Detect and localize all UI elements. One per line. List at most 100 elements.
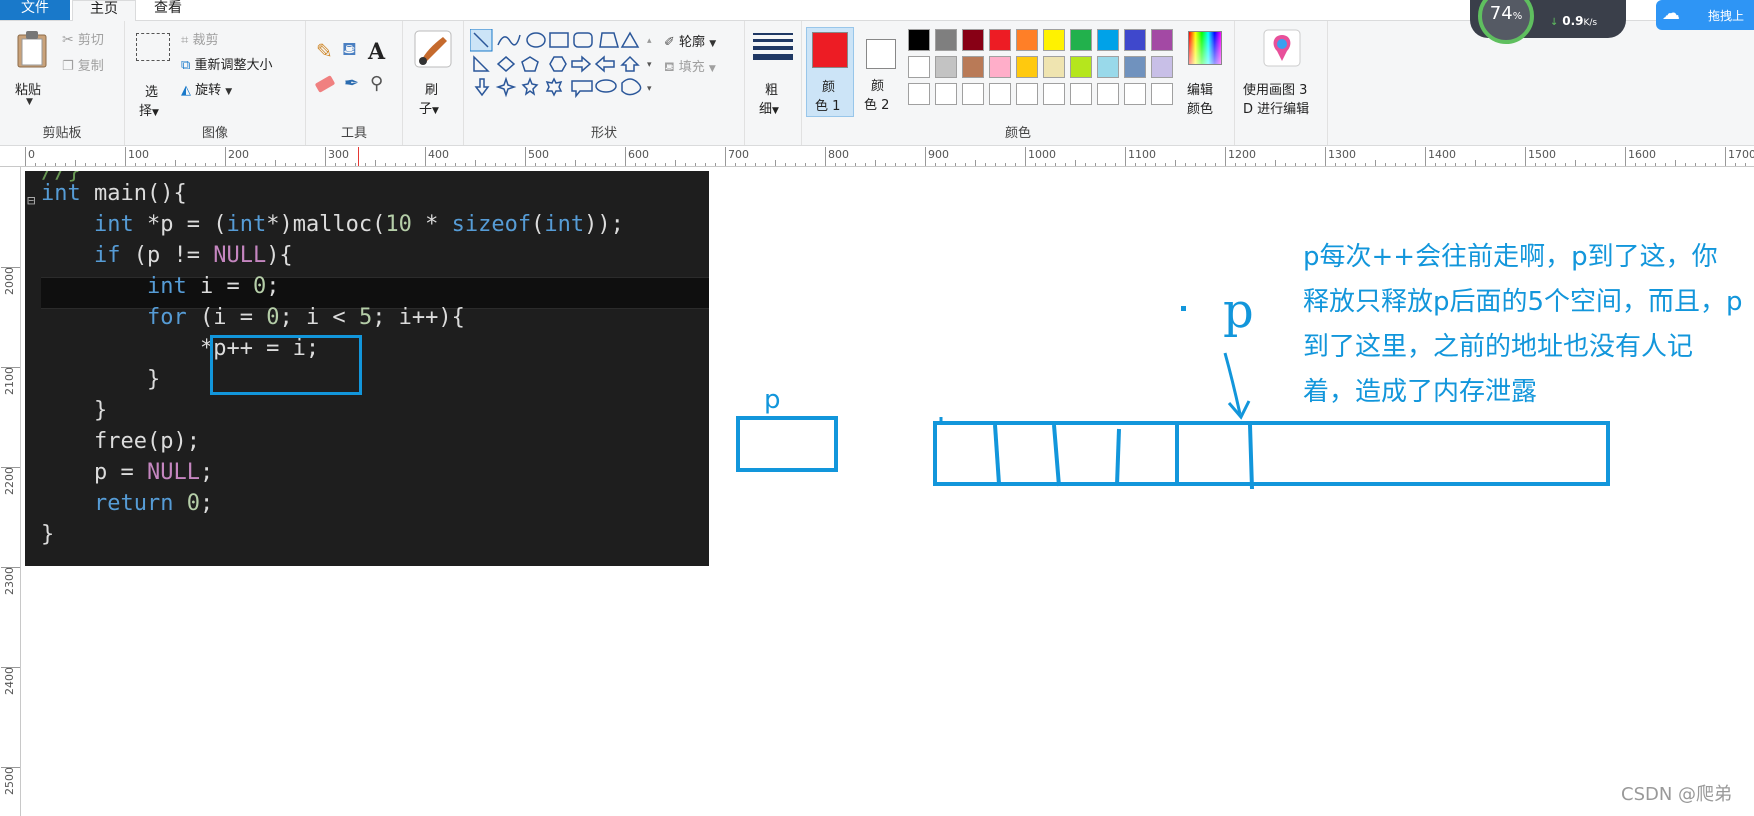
text-icon[interactable]: A	[368, 39, 385, 65]
ruler-minor-tick	[705, 163, 706, 166]
tab-file[interactable]: 文件	[0, 0, 70, 20]
ruler-minor-tick	[1065, 163, 1066, 166]
palette-swatch[interactable]	[908, 29, 930, 51]
color-picker-icon[interactable]: ✒	[344, 73, 359, 94]
ruler-minor-tick	[685, 163, 686, 166]
fill-bucket-icon[interactable]: ⛾	[342, 39, 357, 63]
ruler-label: 1300	[1328, 148, 1356, 161]
clipboard-group: 粘贴 ▼ ✂ 剪切 ❐ 复制 剪贴板	[0, 21, 125, 145]
brush-button[interactable]: 刷 子▼	[409, 27, 457, 117]
palette-swatch[interactable]	[908, 56, 930, 78]
eraser-icon[interactable]	[314, 75, 336, 93]
palette-swatch[interactable]	[1016, 56, 1038, 78]
palette-swatch[interactable]	[1070, 56, 1092, 78]
paste-button[interactable]: 粘贴 ▼	[6, 27, 56, 113]
magnifier-icon[interactable]: ⚲	[370, 73, 383, 94]
color2-button[interactable]: 颜 色 2	[856, 27, 902, 115]
palette-empty-slot[interactable]	[935, 83, 957, 105]
palette-swatch[interactable]	[1016, 29, 1038, 51]
color2-label-1: 颜	[871, 79, 885, 94]
palette-empty-slot[interactable]	[1097, 83, 1119, 105]
ruler-label: 100	[128, 148, 149, 161]
chevron-down-icon: ▼	[709, 39, 717, 49]
copy-label: 复制	[77, 59, 104, 74]
palette-swatch[interactable]	[962, 56, 984, 78]
ruler-minor-tick	[1685, 163, 1686, 166]
ruler-minor-tick	[1485, 163, 1486, 166]
ruler-minor-tick	[145, 163, 146, 166]
select-button[interactable]: 选 择▼	[133, 29, 173, 119]
ruler-minor-tick	[635, 163, 636, 166]
ruler-minor-tick	[95, 163, 96, 166]
ruler-minor-tick	[45, 163, 46, 166]
memory-block	[933, 421, 1610, 486]
palette-swatch[interactable]	[1070, 29, 1092, 51]
ruler-minor-tick	[255, 163, 256, 166]
tab-home[interactable]: 主页	[72, 0, 136, 22]
stray-dot	[1181, 306, 1186, 311]
palette-swatch[interactable]	[1151, 29, 1173, 51]
chevron-down-icon: ▼	[225, 87, 233, 97]
palette-empty-slot[interactable]	[962, 83, 984, 105]
ruler-minor-tick	[1275, 160, 1276, 166]
palette-empty-slot[interactable]	[908, 83, 930, 105]
palette-empty-slot[interactable]	[1016, 83, 1038, 105]
color-palette	[908, 29, 1180, 109]
ruler-label: 900	[928, 148, 949, 161]
resize-button[interactable]: ⧉ 重新调整大小	[181, 54, 272, 73]
tab-view[interactable]: 查看	[140, 0, 196, 20]
ruler-minor-tick	[165, 163, 166, 166]
palette-swatch[interactable]	[1097, 29, 1119, 51]
palette-empty-slot[interactable]	[1070, 83, 1092, 105]
size-button[interactable]: 粗 细▼	[751, 27, 795, 119]
ruler-minor-tick	[235, 163, 236, 166]
copy-button[interactable]: ❐ 复制	[62, 55, 104, 75]
network-speed-widget[interactable]: 74% ↓ 0.9K/s	[1470, 0, 1626, 44]
cut-button[interactable]: ✂ 剪切	[62, 29, 104, 49]
ruler-minor-tick	[1695, 163, 1696, 166]
palette-swatch[interactable]	[1151, 56, 1173, 78]
palette-empty-slot[interactable]	[1151, 83, 1173, 105]
rotate-icon: ◭	[181, 83, 191, 98]
ruler-label: 2000	[3, 267, 16, 295]
drawing-canvas[interactable]: ⊟ //} int main(){ int *p = (int*)malloc(…	[21, 167, 1754, 816]
color1-button[interactable]: 颜 色 1	[806, 27, 854, 117]
ruler-minor-tick	[1115, 163, 1116, 166]
palette-empty-slot[interactable]	[989, 83, 1011, 105]
rotate-button[interactable]: ◭ 旋转 ▼	[181, 79, 232, 98]
fill-button[interactable]: ⛾ 填充 ▼	[664, 56, 716, 77]
ruler-minor-tick	[1145, 163, 1146, 166]
ruler-minor-tick	[455, 163, 456, 166]
svg-text:▴: ▴	[647, 36, 652, 46]
edit-with-paint3d-button[interactable]: 使用画图 3 D 进行编辑	[1237, 27, 1325, 119]
palette-swatch[interactable]	[1124, 56, 1146, 78]
select-label-2: 择▼	[139, 104, 159, 119]
ruler-tick	[525, 147, 526, 166]
palette-swatch[interactable]	[935, 29, 957, 51]
palette-swatch[interactable]	[962, 29, 984, 51]
ruler-minor-tick	[1235, 163, 1236, 166]
outline-button[interactable]: ✐ 轮廓 ▼	[664, 31, 716, 50]
chevron-down-icon: ▼	[26, 97, 33, 107]
palette-swatch[interactable]	[1043, 56, 1065, 78]
edit-colors-button[interactable]: 编辑 颜色	[1182, 27, 1228, 117]
shapes-gallery[interactable]: ▴ ▾ ▾	[469, 28, 656, 103]
palette-swatch[interactable]	[1124, 29, 1146, 51]
pencil-icon[interactable]: ✎	[316, 39, 333, 63]
ruler-minor-tick	[315, 163, 316, 166]
cloud-upload-widget[interactable]: ☁ 拖拽上	[1656, 0, 1754, 30]
crop-button[interactable]: ⌗ 裁剪	[181, 29, 218, 48]
palette-empty-slot[interactable]	[1043, 83, 1065, 105]
palette-empty-slot[interactable]	[1124, 83, 1146, 105]
ruler-minor-tick	[1355, 163, 1356, 166]
palette-swatch[interactable]	[989, 29, 1011, 51]
ruler-minor-tick	[1675, 160, 1676, 166]
palette-swatch[interactable]	[989, 56, 1011, 78]
ruler-minor-tick	[1655, 163, 1656, 166]
palette-swatch[interactable]	[1097, 56, 1119, 78]
ruler-tick	[1, 567, 20, 568]
size-group: 粗 细▼	[745, 21, 802, 145]
ruler-label: 1200	[1228, 148, 1256, 161]
palette-swatch[interactable]	[935, 56, 957, 78]
palette-swatch[interactable]	[1043, 29, 1065, 51]
